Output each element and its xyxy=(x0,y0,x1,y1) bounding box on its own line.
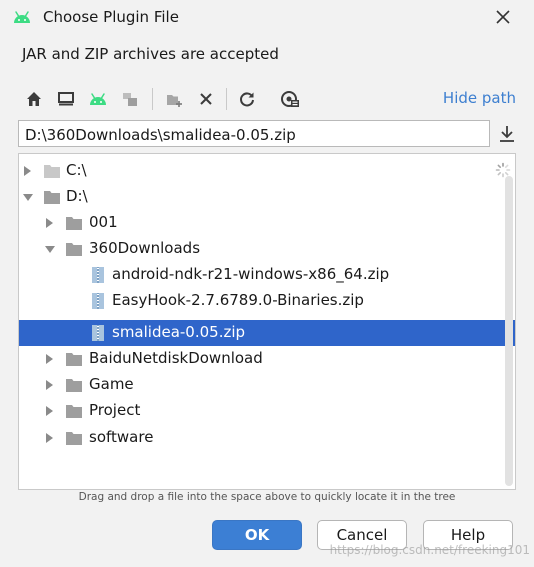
show-hidden-files-button[interactable] xyxy=(278,87,302,111)
hide-path-link[interactable]: Hide path xyxy=(443,89,516,107)
android-module-button[interactable] xyxy=(86,87,110,111)
home-button[interactable] xyxy=(22,87,46,111)
path-input[interactable] xyxy=(18,120,490,147)
tree-item-label: android-ndk-r21-windows-x86_64.zip xyxy=(112,265,390,283)
tree-item-folder-software[interactable]: software xyxy=(19,425,515,451)
tree-item-folder-project[interactable]: Project xyxy=(19,398,515,424)
tree-item-d-drive[interactable]: D:\ xyxy=(19,184,515,210)
zip-archive-icon xyxy=(92,325,104,341)
dialog-subtitle: JAR and ZIP archives are accepted xyxy=(22,45,279,63)
tree-item-label: 001 xyxy=(89,213,118,231)
desktop-icon xyxy=(58,92,74,106)
file-tree: C:\ D:\ 001 360Downloads android-ndk-r21… xyxy=(18,153,516,490)
expand-arrow-icon[interactable] xyxy=(46,406,53,416)
ok-button[interactable]: OK xyxy=(212,520,302,550)
tree-item-label: software xyxy=(89,428,154,446)
folder-icon xyxy=(66,243,82,256)
expand-arrow-icon[interactable] xyxy=(24,166,31,176)
toolbar-separator xyxy=(226,88,227,110)
delete-icon xyxy=(200,93,212,105)
drive-icon xyxy=(44,165,60,178)
tree-item-folder-001[interactable]: 001 xyxy=(19,210,515,236)
folder-icon xyxy=(66,353,82,366)
tree-item-label: Game xyxy=(89,375,134,393)
expand-arrow-icon[interactable] xyxy=(46,218,53,228)
drive-icon xyxy=(44,191,60,204)
folder-icon xyxy=(66,217,82,230)
collapse-arrow-icon[interactable] xyxy=(23,194,33,201)
expand-arrow-icon[interactable] xyxy=(46,380,53,390)
desktop-button[interactable] xyxy=(54,87,78,111)
tree-item-folder-baidunetdiskdownload[interactable]: BaiduNetdiskDownload xyxy=(19,346,515,372)
tree-item-file-easyhook[interactable]: EasyHook-2.7.6789.0-Binaries.zip xyxy=(19,288,515,314)
tree-item-c-drive[interactable]: C:\ xyxy=(19,158,515,184)
tree-item-label: 360Downloads xyxy=(89,239,201,257)
title-bar: Choose Plugin File xyxy=(0,0,534,36)
android-icon xyxy=(90,93,106,105)
choose-plugin-file-dialog: Choose Plugin File JAR and ZIP archives … xyxy=(0,0,534,567)
tree-item-label: D:\ xyxy=(66,187,88,205)
expand-arrow-icon[interactable] xyxy=(46,433,53,443)
tree-item-label: BaiduNetdiskDownload xyxy=(89,349,263,367)
tree-item-label: smalidea-0.05.zip xyxy=(112,323,246,341)
tree-item-folder-game[interactable]: Game xyxy=(19,372,515,398)
tree-item-file-smalidea[interactable]: smalidea-0.05.zip xyxy=(19,320,515,346)
watermark: https://blog.csdn.net/freeking101 xyxy=(329,543,530,557)
close-icon[interactable] xyxy=(492,6,514,28)
tree-item-label: C:\ xyxy=(66,161,87,179)
tree-item-label: EasyHook-2.7.6789.0-Binaries.zip xyxy=(112,291,364,309)
tree-item-folder-360downloads[interactable]: 360Downloads xyxy=(19,236,515,262)
module-button[interactable] xyxy=(118,87,142,111)
tree-item-label: Project xyxy=(89,401,141,419)
expand-arrow-icon[interactable] xyxy=(46,354,53,364)
toolbar-separator xyxy=(152,88,153,110)
toolbar: Hide path xyxy=(18,84,518,114)
folder-icon xyxy=(66,432,82,445)
download-icon[interactable] xyxy=(496,123,518,145)
refresh-button[interactable] xyxy=(235,87,259,111)
refresh-icon xyxy=(240,92,254,107)
delete-button[interactable] xyxy=(194,87,218,111)
zip-archive-icon xyxy=(92,293,104,309)
new-folder-icon xyxy=(167,95,182,107)
module-icon xyxy=(123,93,137,106)
collapse-arrow-icon[interactable] xyxy=(45,246,55,253)
show-hidden-icon xyxy=(281,91,299,107)
folder-icon xyxy=(66,405,82,418)
zip-archive-icon xyxy=(92,267,104,283)
folder-icon xyxy=(66,379,82,392)
android-icon xyxy=(14,11,30,23)
tree-item-file-android-ndk[interactable]: android-ndk-r21-windows-x86_64.zip xyxy=(19,262,515,288)
tree-scrollbar[interactable] xyxy=(505,176,513,486)
home-icon xyxy=(27,92,41,106)
new-folder-button[interactable] xyxy=(162,87,186,111)
drag-drop-hint: Drag and drop a file into the space abov… xyxy=(78,491,456,503)
dialog-title: Choose Plugin File xyxy=(43,8,179,26)
